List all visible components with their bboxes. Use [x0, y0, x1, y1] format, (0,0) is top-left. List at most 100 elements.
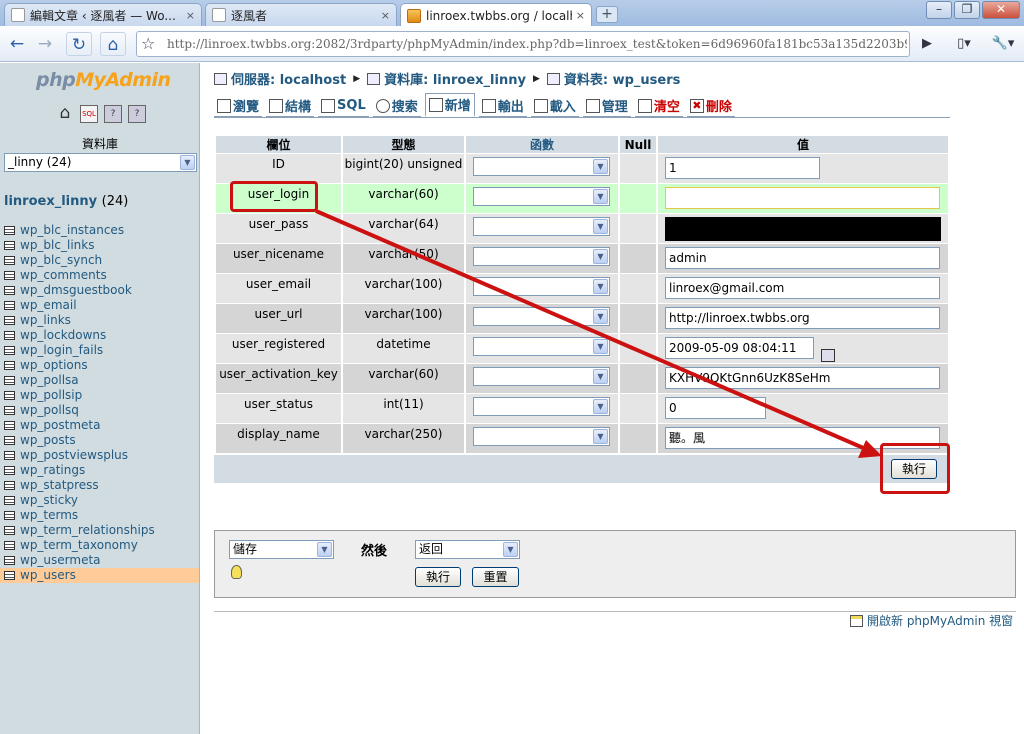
sql-icon[interactable]: SQL — [80, 105, 98, 123]
table-icon — [4, 511, 15, 520]
value-input-user-status[interactable]: 0 — [665, 397, 766, 419]
table-item[interactable]: wp_term_relationships — [0, 523, 199, 538]
table-item[interactable]: wp_pollsq — [0, 403, 199, 418]
table-item[interactable]: wp_blc_synch — [0, 253, 199, 268]
table-item[interactable]: wp_users — [0, 568, 199, 583]
table-item[interactable]: wp_lockdowns — [0, 328, 199, 343]
tab-empty[interactable]: 清空 — [634, 95, 683, 117]
database-select[interactable]: _linny (24) ▼ — [4, 153, 197, 172]
maximize-button[interactable]: ❐ — [954, 1, 980, 19]
value-input-user-registered[interactable]: 2009-05-09 08:04:11 — [665, 337, 814, 359]
reload-button[interactable]: ↻ — [66, 32, 92, 56]
tab-sql[interactable]: SQL — [318, 95, 369, 117]
table-item[interactable]: wp_usermeta — [0, 553, 199, 568]
docs-icon[interactable]: ? — [128, 105, 146, 123]
table-row: display_name varchar(250) ▼ 聽。風 — [216, 424, 948, 453]
home-button[interactable]: ⌂ — [100, 32, 126, 56]
value-input-user-nicename[interactable]: admin — [665, 247, 940, 269]
function-select[interactable]: ▼ — [473, 307, 610, 326]
table-item[interactable]: wp_terms — [0, 508, 199, 523]
tab-structure[interactable]: 結構 — [266, 95, 315, 117]
function-select[interactable]: ▼ — [473, 427, 610, 446]
value-input-user-login[interactable] — [665, 187, 940, 209]
table-item[interactable]: wp_term_taxonomy — [0, 538, 199, 553]
table-item[interactable]: wp_ratings — [0, 463, 199, 478]
table-item[interactable]: wp_comments — [0, 268, 199, 283]
table-item[interactable]: wp_postmeta — [0, 418, 199, 433]
function-select[interactable]: ▼ — [473, 157, 610, 176]
browser-tab-2[interactable]: 逐風者 × — [205, 3, 397, 26]
minimize-button[interactable]: – — [926, 1, 952, 19]
function-select[interactable]: ▼ — [473, 337, 610, 356]
close-window-button[interactable]: ✕ — [982, 1, 1020, 19]
table-item[interactable]: wp_blc_links — [0, 238, 199, 253]
function-select[interactable]: ▼ — [473, 367, 610, 386]
table-item[interactable]: wp_statpress — [0, 478, 199, 493]
table-item[interactable]: wp_options — [0, 358, 199, 373]
browser-tab-1[interactable]: 編輯文章 ‹ 逐風者 — Wo... × — [4, 3, 202, 26]
value-input-user-activation-key[interactable]: KXHV9QKtGnn6UzK8SeHm — [665, 367, 940, 389]
go-button[interactable]: ▶ — [914, 32, 940, 56]
database-name: linroex_linny — [4, 194, 98, 209]
function-select[interactable]: ▼ — [473, 277, 610, 296]
field-type: varchar(64) — [343, 214, 464, 243]
open-new-window-link[interactable]: 開啟新 phpMyAdmin 視窗 — [850, 612, 1013, 629]
column-header-function[interactable]: 函數 — [466, 136, 618, 153]
table-item[interactable]: wp_sticky — [0, 493, 199, 508]
tab-import[interactable]: 載入 — [530, 95, 579, 117]
function-select[interactable]: ▼ — [473, 217, 610, 236]
table-item[interactable]: wp_login_fails — [0, 343, 199, 358]
table-item[interactable]: wp_dmsguestbook — [0, 283, 199, 298]
url-text[interactable]: http://linroex.twbbs.org:2082/3rdparty/p… — [167, 37, 907, 51]
chevron-down-icon: ▼ — [593, 399, 608, 414]
close-icon[interactable]: × — [381, 9, 390, 22]
chevron-down-icon: ▼ — [180, 155, 195, 170]
home-icon[interactable]: ⌂ — [56, 105, 74, 123]
close-icon[interactable]: × — [576, 9, 585, 22]
value-input-user-email[interactable]: linroex@gmail.com — [665, 277, 940, 299]
function-select[interactable]: ▼ — [473, 397, 610, 416]
breadcrumb-database[interactable]: 資料庫: linroex_linny — [384, 69, 526, 88]
tab-insert[interactable]: 新增 — [424, 93, 475, 117]
query-icon[interactable]: ? — [104, 105, 122, 123]
function-select[interactable]: ▼ — [473, 247, 610, 266]
back-button[interactable]: ← — [4, 32, 30, 56]
table-item[interactable]: wp_pollsa — [0, 373, 199, 388]
value-input-ID[interactable]: 1 — [665, 157, 820, 179]
table-item[interactable]: wp_pollsip — [0, 388, 199, 403]
table-item[interactable]: wp_email — [0, 298, 199, 313]
value-input-user-url[interactable]: http://linroex.twbbs.org — [665, 307, 940, 329]
address-bar[interactable]: ☆ http://linroex.twbbs.org:2082/3rdparty… — [136, 31, 910, 57]
page-menu-button[interactable]: ▯▾ — [948, 32, 980, 56]
tab-export[interactable]: 輸出 — [478, 95, 527, 117]
tab-browse[interactable]: 瀏覽 — [214, 95, 263, 117]
calendar-icon[interactable] — [821, 349, 835, 362]
save-mode-select[interactable]: 儲存 ▼ — [229, 540, 334, 559]
wrench-menu-button[interactable]: 🔧▾ — [986, 32, 1020, 56]
phpmyadmin-logo[interactable]: phpMyAdmin — [36, 69, 171, 91]
breadcrumb-server[interactable]: 伺服器: localhost — [231, 69, 346, 88]
tab-operations[interactable]: 管理 — [582, 95, 631, 117]
table-item-label: wp_pollsa — [20, 373, 79, 387]
breadcrumb-table[interactable]: 資料表: wp_users — [564, 69, 681, 88]
new-tab-button[interactable]: + — [596, 6, 618, 23]
table-item[interactable]: wp_links — [0, 313, 199, 328]
then-action-select[interactable]: 返回 ▼ — [415, 540, 520, 559]
reset-button[interactable]: 重置 — [472, 567, 519, 587]
table-item[interactable]: wp_postviewsplus — [0, 448, 199, 463]
close-icon[interactable]: × — [186, 9, 195, 22]
tab-search[interactable]: 搜索 — [372, 95, 421, 117]
field-type: varchar(250) — [343, 424, 464, 453]
table-item[interactable]: wp_blc_instances — [0, 223, 199, 238]
browser-tab-3-active[interactable]: linroex.twbbs.org / localhost... × — [400, 3, 592, 27]
star-icon[interactable]: ☆ — [141, 34, 155, 53]
function-select[interactable]: ▼ — [473, 187, 610, 206]
table-item[interactable]: wp_posts — [0, 433, 199, 448]
forward-button[interactable]: → — [32, 32, 58, 56]
save-mode-value: 儲存 — [233, 542, 258, 556]
redacted-password-input[interactable] — [665, 217, 941, 241]
execute-button[interactable]: 執行 — [415, 567, 461, 587]
database-link[interactable]: linroex_linny (24) — [4, 194, 128, 209]
tab-drop[interactable]: ✖ 刪除 — [686, 95, 735, 117]
table-item-label: wp_links — [20, 313, 71, 327]
